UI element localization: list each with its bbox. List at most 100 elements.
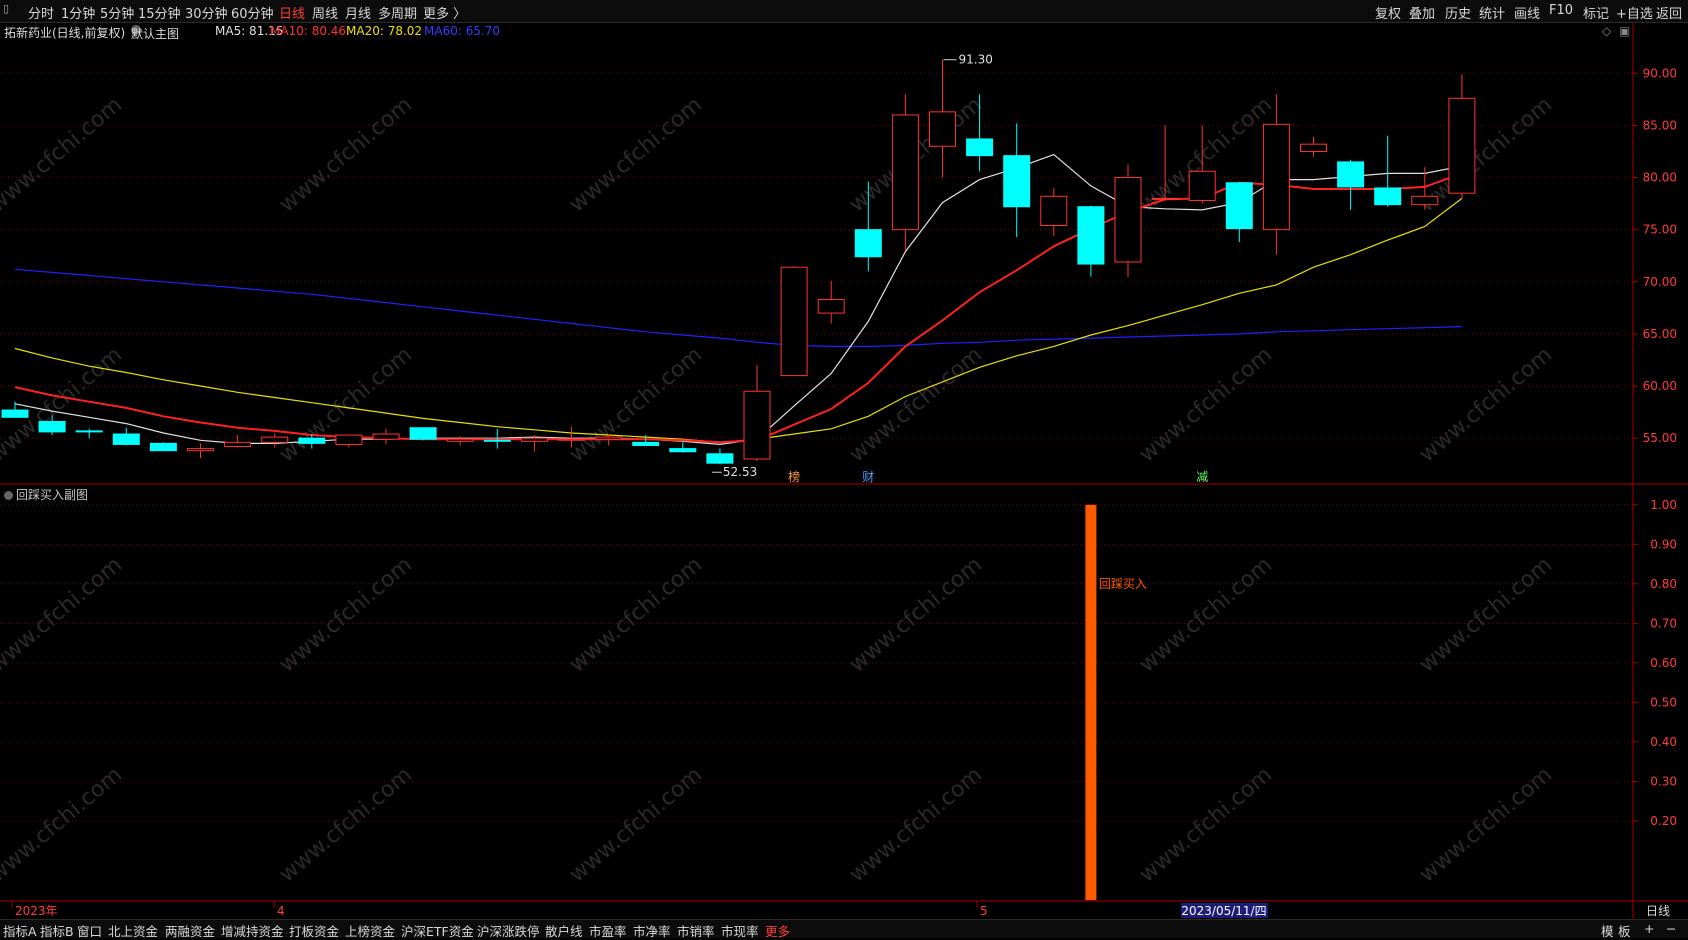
tab-ps[interactable]: 市销率 xyxy=(677,921,715,940)
candle-body xyxy=(483,439,511,442)
candle-body xyxy=(1448,97,1476,194)
watermark-text: www.cfchi.com xyxy=(1415,552,1557,677)
candle-body xyxy=(1411,195,1439,206)
watermark-text: www.cfchi.com xyxy=(275,552,417,677)
candle-body xyxy=(1262,123,1290,231)
candle-up xyxy=(743,365,771,462)
candle-up xyxy=(1300,136,1327,157)
sub-tick-label: 0.90 xyxy=(1650,537,1677,551)
candle-up xyxy=(891,94,919,251)
watermark-text: www.cfchi.com xyxy=(275,92,417,217)
price-tick-label: 60.00 xyxy=(1643,379,1677,393)
event-marker: 减 xyxy=(1196,470,1208,484)
tab-pcf[interactable]: 市现率 xyxy=(721,921,759,940)
template-button[interactable]: 模 xyxy=(1601,921,1614,940)
sub-tick-label: 0.40 xyxy=(1650,735,1677,749)
candle-body xyxy=(929,111,956,147)
candle-body xyxy=(632,441,660,446)
time-tick-label: 5 xyxy=(980,904,988,918)
candle-body xyxy=(372,433,400,440)
tab-northbound[interactable]: 北上资金 xyxy=(108,921,158,940)
tab-more[interactable]: 更多 xyxy=(765,921,790,940)
watermark-text: www.cfchi.com xyxy=(1415,762,1557,887)
candle-body xyxy=(780,266,808,377)
tab-indicator-a[interactable]: 指标A xyxy=(3,921,37,940)
tab-pe[interactable]: 市盈率 xyxy=(589,921,627,940)
sub-tick-label: 0.70 xyxy=(1650,616,1677,630)
zoom-out-button[interactable]: − xyxy=(1666,921,1676,936)
watermark-text: www.cfchi.com xyxy=(1135,552,1277,677)
candle-body xyxy=(1114,177,1142,263)
candle-body xyxy=(1,409,29,418)
candle-down xyxy=(706,448,734,465)
tab-margin[interactable]: 两融资金 xyxy=(165,921,215,940)
high-price-label: 91.30 xyxy=(959,53,993,67)
candle-body xyxy=(446,438,474,442)
tab-limit-stats[interactable]: 沪深涨跌停 xyxy=(477,921,540,940)
ma60-line xyxy=(14,268,1462,347)
tab-limit-up-funds[interactable]: 打板资金 xyxy=(289,921,339,940)
candle-down xyxy=(669,442,697,453)
candle-body xyxy=(224,441,252,448)
sub-tick-label: 0.60 xyxy=(1650,656,1677,670)
price-tick-label: 70.00 xyxy=(1643,275,1677,289)
candle-body xyxy=(187,448,214,452)
watermark-text: www.cfchi.com xyxy=(0,762,127,887)
candle-body xyxy=(558,438,585,441)
candle-body xyxy=(743,390,771,460)
candle-up xyxy=(817,280,845,324)
sub-tick-label: 0.20 xyxy=(1650,814,1677,828)
candle-body xyxy=(817,299,845,314)
tab-indicator-b[interactable]: 指标B xyxy=(40,921,74,940)
tab-window[interactable]: 窗口 xyxy=(77,921,102,940)
sub-tick-label: 0.50 xyxy=(1650,695,1677,709)
zoom-in-button[interactable]: + xyxy=(1644,921,1654,936)
candle-body xyxy=(1188,170,1216,201)
watermark-layer: www.cfchi.com www.cfchi.com www.cfchi.com w… xyxy=(0,92,1557,887)
tab-billboard-funds[interactable]: 上榜资金 xyxy=(345,921,395,940)
candle-up xyxy=(335,434,363,448)
tab-pb[interactable]: 市净率 xyxy=(633,921,671,940)
candle-up xyxy=(446,436,474,446)
price-axis: 90.00 85.00 80.00 75.00 70.00 65.00 60.00 55.00… xyxy=(1633,66,1677,828)
candle-body xyxy=(75,430,103,433)
candle-body xyxy=(966,138,994,157)
stock-chart[interactable]: www.cfchi.com www.cfchi.com www.cfchi.com w… xyxy=(0,0,1688,919)
candle-body xyxy=(595,436,623,440)
candle-body xyxy=(38,420,66,433)
period-label: 日线 xyxy=(1646,904,1670,918)
price-tick-label: 65.00 xyxy=(1643,327,1677,341)
watermark-text: www.cfchi.com xyxy=(275,762,417,887)
indicator-tab-bar: 指标A 指标B 窗口 北上资金 两融资金 增减持资金 打板资金 上榜资金 沪深E… xyxy=(0,919,1688,940)
candle-down xyxy=(1003,123,1031,237)
candle-down xyxy=(1077,205,1105,277)
candle-body xyxy=(261,436,289,443)
tab-etf-funds[interactable]: 沪深ETF资金 xyxy=(401,921,474,940)
watermark-text: www.cfchi.com xyxy=(845,762,987,887)
sub-signal-bar xyxy=(1085,504,1097,900)
candle-down xyxy=(1374,135,1402,207)
low-price-label: 52.53 xyxy=(723,465,757,479)
candle-body xyxy=(149,442,177,452)
tab-retail-line[interactable]: 散户线 xyxy=(545,921,583,940)
price-tick-label: 55.00 xyxy=(1643,431,1677,445)
sub-tick-label: 1.00 xyxy=(1650,498,1677,512)
ma20-line xyxy=(14,197,1463,443)
date-cursor-label: 2023/05/11/四 xyxy=(1181,904,1266,918)
candle-body xyxy=(1225,182,1253,230)
watermark-text: www.cfchi.com xyxy=(1415,342,1557,467)
tab-holdings-change[interactable]: 增减持资金 xyxy=(221,921,284,940)
candle-body xyxy=(669,448,697,453)
sub-signal-label: 回踩买入 xyxy=(1099,577,1147,591)
sub-tick-label: 0.80 xyxy=(1650,577,1677,591)
candle-body xyxy=(112,433,140,445)
watermark-text: www.cfchi.com xyxy=(845,342,987,467)
watermark-text: www.cfchi.com xyxy=(845,552,987,677)
candle-body xyxy=(1003,155,1031,208)
candle-body xyxy=(1300,143,1327,152)
sub-panel-header[interactable]: 回踩买入副图 xyxy=(4,486,88,503)
board-button[interactable]: 板 xyxy=(1618,921,1631,940)
watermark-text: www.cfchi.com xyxy=(1135,342,1277,467)
watermark-text: www.cfchi.com xyxy=(0,92,127,217)
candle-down xyxy=(1337,159,1365,210)
